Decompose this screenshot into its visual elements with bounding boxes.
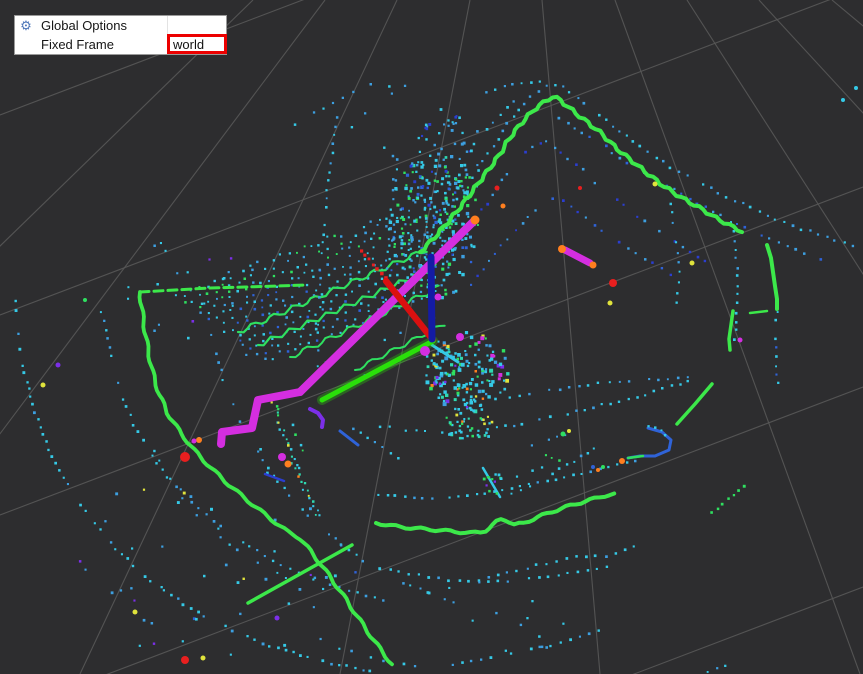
global-options-label: Global Options — [41, 18, 127, 33]
fixed-frame-value-field[interactable]: world — [167, 34, 227, 54]
fixed-frame-label: Fixed Frame — [41, 37, 114, 52]
fixed-frame-value: world — [173, 36, 205, 52]
global-options-row[interactable]: ⚙ Global Options — [15, 16, 226, 35]
global-options-panel: ⚙ Global Options Fixed Frame world — [14, 15, 227, 55]
gear-icon: ⚙ — [20, 18, 32, 33]
viewport-3d[interactable] — [0, 0, 863, 674]
rviz-window: ⚙ Global Options Fixed Frame world — [0, 0, 863, 674]
